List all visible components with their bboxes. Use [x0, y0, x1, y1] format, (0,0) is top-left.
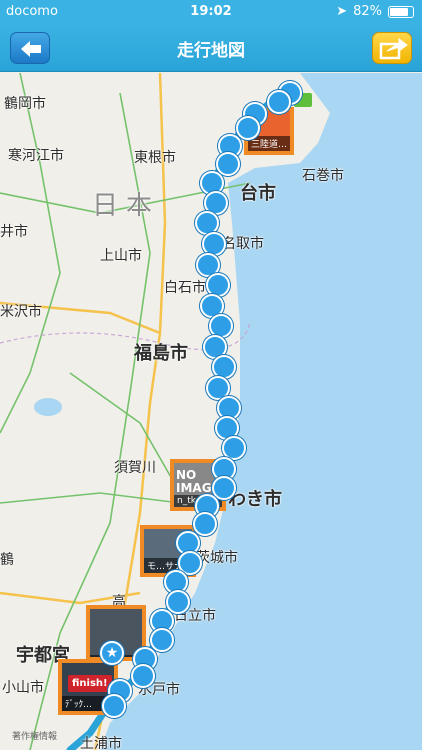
place-higashine: 東根市 [134, 150, 176, 166]
place-oyama: 小山市 [2, 680, 44, 696]
status-bar: docomo 19:02 ➤ 82% [0, 0, 422, 24]
place-tsuchiura: 土浦市 [80, 736, 122, 750]
place-natori: 名取市 [222, 236, 264, 252]
place-tsuruoka: 鶴岡市 [4, 96, 46, 112]
route-pin-icon[interactable] [211, 475, 236, 500]
place-left2: 鶴 [0, 552, 14, 568]
location-icon: ➤ [336, 4, 348, 19]
status-right: ➤ 82% [336, 4, 414, 19]
route-pin-icon[interactable] [165, 589, 190, 614]
map-attribution[interactable]: 著作権情報 [12, 729, 57, 742]
route-pin-icon[interactable] [236, 115, 261, 140]
place-sendai: 台市 [240, 183, 276, 204]
place-left1: 井市 [0, 224, 28, 240]
place-iwaki: わき市 [228, 489, 282, 510]
page-title: 走行地図 [177, 41, 245, 61]
battery-icon [388, 5, 414, 18]
place-kitaibaraki: 茨城市 [196, 550, 238, 566]
route-pin-icon[interactable] [102, 693, 127, 718]
star-icon[interactable]: ★ [100, 641, 124, 665]
route-map[interactable]: 鶴岡市 寒河江市 東根市 日本 石巻市 台市 井市 上山市 名取市 白石市 米沢… [0, 73, 422, 750]
place-yonezawa: 米沢市 [0, 304, 42, 320]
share-button[interactable] [372, 32, 412, 64]
photo-caption: 三陸道… [248, 136, 290, 151]
place-sagae: 寒河江市 [8, 148, 64, 164]
place-ishinomaki: 石巻市 [302, 168, 344, 184]
place-sukagawa: 須賀川 [114, 460, 156, 476]
place-japan: 日本 [92, 191, 161, 221]
route-pin-icon[interactable] [130, 664, 155, 689]
share-arrow-icon [379, 38, 408, 60]
finish-flag-label: finish! [68, 675, 112, 692]
route-pin-icon[interactable] [267, 89, 292, 114]
place-shiroishi: 白石市 [164, 280, 206, 296]
place-kamiyama: 上山市 [100, 248, 142, 264]
battery-percent: 82% [353, 4, 382, 19]
place-fukushima: 福島市 [134, 343, 188, 364]
nav-bar: 走行地図 [0, 24, 422, 72]
